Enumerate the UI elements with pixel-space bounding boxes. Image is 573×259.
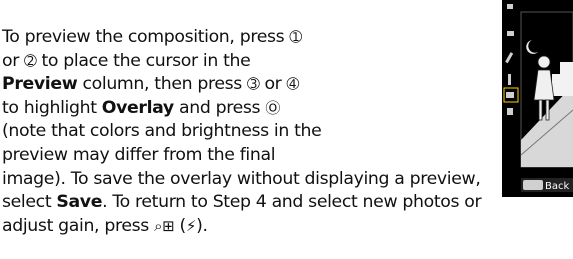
instruction-paragraph: To preview the composition, press ➀ or ➁… (2, 26, 570, 238)
text-line-5: (note that colors and brightness in the (2, 121, 322, 142)
movie-icon (507, 31, 514, 36)
text-line-7: image). To save the overlay without disp… (2, 168, 481, 189)
text: and press (173, 97, 266, 118)
text: or (259, 74, 287, 95)
multi-selector-down-icon: ➃ (286, 75, 300, 94)
overlay-term: Overlay (101, 97, 174, 118)
text-line-9: adjust gain, press ⌕⊞ (⚡). (2, 215, 570, 239)
text-line-2: or ➁ to place the cursor in the (2, 50, 380, 74)
text: to place the cursor in the (36, 50, 251, 71)
camera-icon (507, 4, 513, 9)
recent-icon (507, 108, 513, 115)
pencil-icon (505, 52, 514, 64)
text-line-8: select Save. To return to Step 4 and sel… (2, 191, 570, 215)
zoom-out-thumbnail-button-icon: ⌕⊞ (154, 216, 175, 235)
text: To preview the composition, press (2, 27, 290, 47)
flash-icon: ⚡ (185, 216, 197, 235)
rect (538, 99, 543, 121)
zoom-out-button-icon (523, 180, 543, 190)
path (533, 69, 555, 101)
text: adjust gain, press (2, 215, 155, 236)
rect (545, 99, 550, 121)
camera-screen-svg: Back (503, 4, 573, 192)
retouch-icon (506, 92, 514, 98)
ok-button-icon: Ⓞ (265, 98, 280, 117)
text: column, then press (77, 74, 248, 95)
back-button-label: Back (545, 181, 569, 192)
text-line-4: to highlight Overlay and press Ⓞ (2, 97, 380, 121)
rect (560, 62, 573, 96)
text: . To return to Step 4 and select new pho… (102, 192, 482, 213)
text: to highlight (2, 97, 102, 118)
text: or (2, 50, 25, 71)
camera-screen-illustration: Back (502, 0, 573, 197)
preview-term: Preview (2, 74, 78, 95)
text: ). (196, 215, 208, 236)
text-line-3: Preview column, then press ➂ or ➃ (2, 73, 380, 97)
multi-selector-right-icon: ➁ (24, 51, 37, 70)
menu-icon-strip (505, 4, 514, 115)
text-line-1: To preview the composition, press ➀ (2, 26, 380, 50)
save-term: Save (56, 192, 103, 213)
text: select (2, 192, 57, 213)
multi-selector-left-icon: ➀ (289, 28, 302, 46)
circle (537, 55, 551, 69)
wrench-icon (508, 74, 511, 85)
text: ( (174, 215, 186, 236)
text-line-6: preview may differ from the final (2, 144, 276, 165)
multi-selector-up-icon: ➂ (247, 75, 260, 94)
